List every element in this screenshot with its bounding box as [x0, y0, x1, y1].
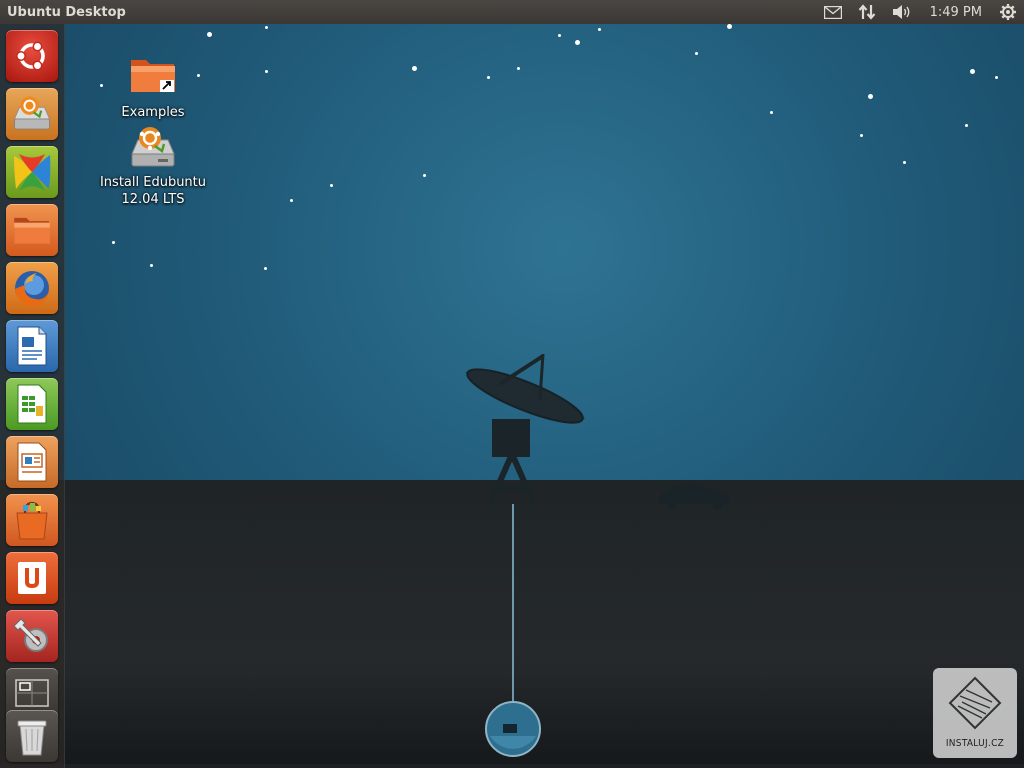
desktop-icon-label-line1: Install Edubuntu — [99, 175, 207, 190]
desktop-icon-install-edubuntu[interactable]: Install Edubuntu 12.04 LTS — [98, 124, 208, 208]
desktop-icon-examples[interactable]: Examples — [98, 54, 208, 121]
workspaces-icon — [15, 679, 49, 707]
launcher-ubuntu-one[interactable] — [6, 552, 58, 604]
launcher-trash[interactable] — [6, 710, 58, 762]
indicator-area: 1:49 PM — [816, 0, 1024, 24]
star — [290, 199, 293, 202]
session-gear-icon[interactable] — [992, 0, 1024, 24]
star — [970, 69, 975, 74]
folder-link-icon — [128, 54, 178, 104]
panel-title: Ubuntu Desktop — [7, 4, 126, 20]
wrench-gear-icon — [13, 618, 48, 652]
star — [264, 267, 267, 270]
star — [112, 241, 115, 244]
launcher-dash-home[interactable] — [6, 30, 58, 82]
launcher-install-edubuntu[interactable] — [6, 88, 58, 140]
star — [995, 76, 998, 79]
launcher — [0, 24, 65, 768]
star — [412, 66, 417, 71]
star — [265, 70, 268, 73]
star — [423, 174, 426, 177]
volume-icon[interactable] — [884, 0, 920, 24]
writer-document-icon — [17, 326, 47, 366]
network-icon[interactable] — [850, 0, 884, 24]
xfce-x-icon — [14, 154, 51, 191]
launcher-firefox[interactable] — [6, 262, 58, 314]
top-panel: Ubuntu Desktop 1:49 PM — [0, 0, 1024, 24]
launcher-home-folder[interactable] — [6, 204, 58, 256]
watermark-logo-icon — [948, 676, 1002, 730]
firefox-icon — [15, 271, 49, 306]
star — [575, 40, 580, 45]
star — [965, 124, 968, 127]
clock[interactable]: 1:49 PM — [920, 0, 992, 24]
desktop-icon-label-line2: 12.04 LTS — [121, 192, 185, 207]
launcher-libreoffice-writer[interactable] — [6, 320, 58, 372]
star — [860, 134, 863, 137]
star — [770, 111, 773, 114]
installer-icon — [13, 96, 51, 130]
star — [903, 161, 906, 164]
installer-icon — [128, 124, 178, 174]
impress-presentation-icon — [17, 442, 47, 482]
radio-telescope-illustration — [465, 353, 731, 757]
launcher-software-center[interactable] — [6, 494, 58, 546]
trash-icon — [17, 720, 47, 756]
star — [330, 184, 333, 187]
mail-icon[interactable] — [816, 0, 850, 24]
watermark-text: INSTALUJ.CZ — [945, 738, 1005, 749]
calc-spreadsheet-icon — [17, 384, 47, 424]
instaluj-watermark: INSTALUJ.CZ — [933, 668, 1017, 758]
star — [517, 67, 520, 70]
star — [265, 26, 268, 29]
ubuntu-one-icon — [18, 562, 46, 594]
launcher-libreoffice-impress[interactable] — [6, 436, 58, 488]
launcher-libreoffice-calc[interactable] — [6, 378, 58, 430]
shopping-bag-icon — [16, 501, 48, 540]
star — [487, 76, 490, 79]
launcher-xfce-settings[interactable] — [6, 146, 58, 198]
launcher-system-settings[interactable] — [6, 610, 58, 662]
star — [558, 34, 561, 37]
desktop-icon-label: Examples — [121, 105, 185, 120]
folder-icon — [14, 217, 50, 244]
star — [868, 94, 873, 99]
star — [207, 32, 212, 37]
star — [727, 24, 732, 29]
star — [150, 264, 153, 267]
star — [598, 28, 601, 31]
ubuntu-logo-icon — [16, 41, 45, 71]
star — [695, 52, 698, 55]
